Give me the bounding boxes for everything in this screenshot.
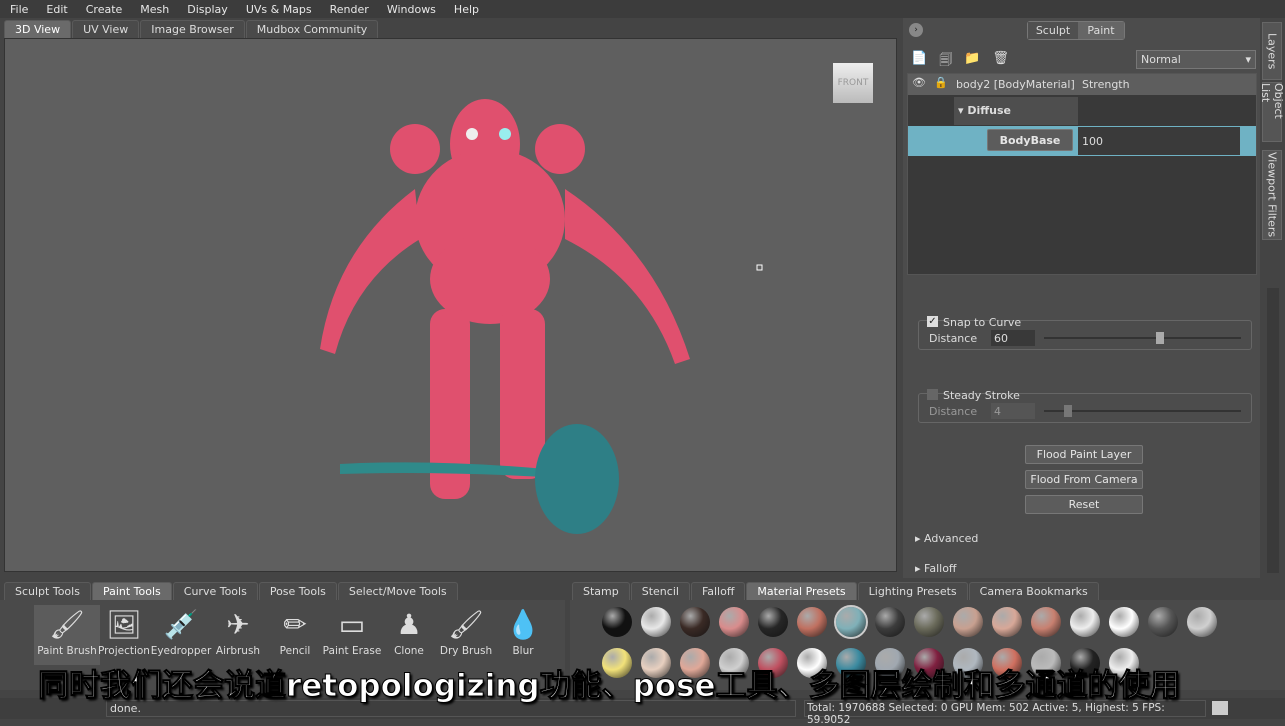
- material-swatch[interactable]: [758, 607, 788, 637]
- menu-edit[interactable]: Edit: [36, 3, 75, 16]
- tab-lighting-presets[interactable]: Lighting Presets: [857, 582, 968, 600]
- material-swatch[interactable]: [719, 607, 749, 637]
- material-swatch[interactable]: [992, 607, 1022, 637]
- snap-to-curve-group: ✓ Snap to Curve Distance 60: [918, 316, 1252, 350]
- reset-button[interactable]: Reset: [1025, 495, 1143, 514]
- chevron-down-icon: ▾: [1245, 53, 1251, 66]
- layer-strength-field[interactable]: 100: [1078, 127, 1240, 155]
- snap-checkbox[interactable]: ✓: [927, 316, 938, 327]
- material-swatch[interactable]: [1187, 607, 1217, 637]
- material-swatch[interactable]: [914, 607, 944, 637]
- 3d-viewport[interactable]: FRONT: [4, 38, 897, 572]
- tab-material-presets[interactable]: Material Presets: [746, 582, 857, 600]
- tab-paint-tools[interactable]: Paint Tools: [91, 582, 172, 600]
- material-swatch[interactable]: [1109, 607, 1139, 637]
- menu-mesh[interactable]: Mesh: [130, 3, 177, 16]
- group-label: Diffuse: [967, 104, 1012, 117]
- tab-image-browser[interactable]: Image Browser: [140, 20, 245, 38]
- blur-icon: 💧: [505, 608, 541, 641]
- progress-indicator: [1212, 701, 1228, 715]
- delete-layer-icon[interactable]: 🗑: [992, 51, 1009, 73]
- menu-create[interactable]: Create: [76, 3, 131, 16]
- layer-list: 👁 🔒 body2 [BodyMaterial] Strength ▾ Diff…: [907, 73, 1257, 275]
- steady-distance-slider[interactable]: [1044, 405, 1241, 417]
- menu-file[interactable]: File: [0, 3, 36, 16]
- right-panel: › Sculpt Paint 📄 🗐 📁 🗑 Normal ▾ 👁 🔒 body2…: [903, 18, 1279, 578]
- side-tab-object-list[interactable]: Object List: [1259, 82, 1285, 142]
- tool-tabs: Sculpt Tools Paint Tools Curve Tools Pose T…: [4, 582, 459, 600]
- distance-label: Distance: [929, 332, 978, 345]
- steady-distance-input[interactable]: 4: [991, 403, 1035, 419]
- tab-mudbox-community[interactable]: Mudbox Community: [245, 20, 379, 38]
- paint-mode-button[interactable]: Paint: [1078, 22, 1124, 39]
- material-swatch[interactable]: [602, 607, 632, 637]
- menu-help[interactable]: Help: [444, 3, 487, 16]
- character-model: [320, 99, 763, 534]
- tab-3d-view[interactable]: 3D View: [4, 20, 72, 38]
- material-swatch[interactable]: [875, 607, 905, 637]
- visibility-eye-icon[interactable]: 👁: [912, 76, 926, 89]
- menu-render[interactable]: Render: [320, 3, 377, 16]
- falloff-label: Falloff: [924, 562, 957, 575]
- advanced-section[interactable]: ▸ Advanced: [915, 532, 978, 545]
- material-swatch[interactable]: [641, 607, 671, 637]
- new-layer-icon[interactable]: 📄: [911, 51, 927, 73]
- layer-header-strength: Strength: [1082, 78, 1130, 91]
- layer-row-bodybase[interactable]: BodyBase 100: [908, 126, 1256, 156]
- tab-select-move-tools[interactable]: Select/Move Tools: [337, 582, 458, 600]
- tab-curve-tools[interactable]: Curve Tools: [172, 582, 258, 600]
- layer-header-name: body2 [BodyMaterial]: [956, 78, 1075, 91]
- snap-label: Snap to Curve: [943, 316, 1022, 329]
- material-swatch[interactable]: [680, 607, 710, 637]
- subtitle-caption: 同时我们还会说道retopologizing功能、pose工具、多图层绘制和多通…: [38, 668, 1182, 705]
- steady-distance-label: Distance: [929, 405, 978, 418]
- tab-camera-bookmarks[interactable]: Camera Bookmarks: [968, 582, 1099, 600]
- tool-blur[interactable]: 💧 Blur: [490, 605, 556, 665]
- tab-falloff[interactable]: Falloff: [690, 582, 746, 600]
- menu-windows[interactable]: Windows: [377, 3, 444, 16]
- material-swatch[interactable]: [1031, 607, 1061, 637]
- menu-bar: File Edit Create Mesh Display UVs & Maps Rende…: [0, 0, 1285, 18]
- advanced-label: Advanced: [924, 532, 979, 545]
- new-folder-icon[interactable]: 📁: [964, 51, 980, 73]
- distance-input[interactable]: 60: [991, 330, 1035, 346]
- material-swatch[interactable]: [834, 605, 868, 639]
- side-tab-layers[interactable]: Layers: [1262, 22, 1282, 80]
- sculpt-mode-button[interactable]: Sculpt: [1028, 22, 1078, 39]
- tab-pose-tools[interactable]: Pose Tools: [258, 582, 337, 600]
- duplicate-layer-icon[interactable]: 🗐: [939, 51, 952, 73]
- material-swatch[interactable]: [797, 607, 827, 637]
- tab-stamp[interactable]: Stamp: [572, 582, 630, 600]
- tab-stencil[interactable]: Stencil: [630, 582, 690, 600]
- material-swatch[interactable]: [1070, 607, 1100, 637]
- tab-uv-view[interactable]: UV View: [72, 20, 140, 38]
- flood-from-camera-button[interactable]: Flood From Camera: [1025, 470, 1143, 489]
- steady-checkbox[interactable]: [927, 389, 938, 400]
- lock-icon[interactable]: 🔒: [934, 76, 948, 89]
- view-tabs: 3D View UV View Image Browser Mudbox Commun…: [4, 20, 379, 38]
- falloff-section[interactable]: ▸ Falloff: [915, 562, 957, 575]
- scrollbar[interactable]: [1267, 288, 1279, 573]
- tray-tabs: Stamp Stencil Falloff Material Presets Light…: [572, 582, 1100, 600]
- steady-label: Steady Stroke: [943, 389, 1020, 402]
- steady-stroke-group: Steady Stroke Distance 4: [918, 389, 1252, 423]
- menu-uvs-maps[interactable]: UVs & Maps: [236, 3, 320, 16]
- collapse-icon[interactable]: ›: [909, 23, 923, 37]
- distance-slider[interactable]: [1044, 332, 1241, 344]
- material-swatch[interactable]: [953, 607, 983, 637]
- blend-mode-value: Normal: [1141, 53, 1181, 66]
- flood-paint-layer-button[interactable]: Flood Paint Layer: [1025, 445, 1143, 464]
- menu-display[interactable]: Display: [177, 3, 236, 16]
- side-tab-viewport-filters[interactable]: Viewport Filters: [1262, 150, 1282, 240]
- tab-sculpt-tools[interactable]: Sculpt Tools: [4, 582, 91, 600]
- layer-name-bodybase[interactable]: BodyBase: [987, 129, 1073, 151]
- blend-mode-select[interactable]: Normal ▾: [1136, 50, 1256, 69]
- material-swatch[interactable]: [1148, 607, 1178, 637]
- tool-label: Blur: [512, 645, 534, 657]
- layer-group-diffuse[interactable]: ▾ Diffuse: [954, 97, 1078, 125]
